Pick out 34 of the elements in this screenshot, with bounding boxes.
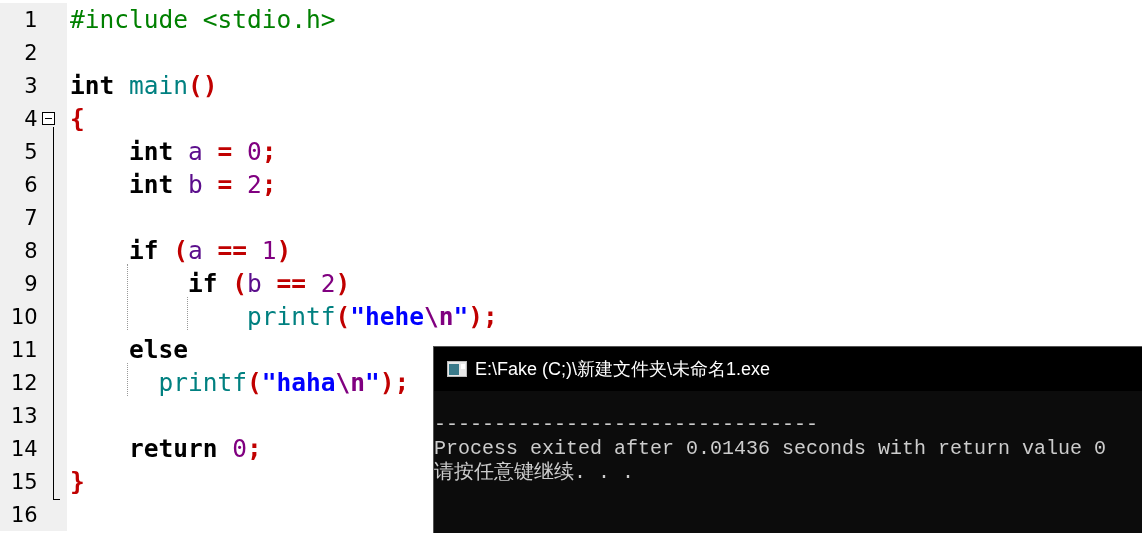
line-number: 7 [23, 205, 38, 230]
code-line: int a = 0; [128, 136, 277, 168]
code-line: } [70, 466, 85, 498]
line-number: 8 [23, 238, 38, 263]
line-number: 15 [9, 469, 38, 494]
code-line: int b = 2; [128, 169, 277, 201]
code-line: int main() [70, 70, 218, 102]
line-number: 12 [9, 370, 38, 395]
line-number: 5 [23, 139, 38, 164]
code-line: printf("haha\n"); [157, 367, 410, 399]
line-number: 1 [23, 7, 38, 32]
code-line: else [128, 334, 188, 366]
line-number: 14 [9, 436, 38, 461]
code-line: { [70, 103, 85, 135]
line-number: 16 [9, 502, 38, 527]
line-number: 6 [23, 172, 38, 197]
console-output-line: 请按任意键继续. . . [434, 461, 635, 485]
line-number: 4 [23, 106, 38, 131]
line-number: 9 [23, 271, 38, 296]
code-line: if (b == 2) [187, 268, 351, 300]
code-line: if (a == 1) [128, 235, 292, 267]
code-line: #include <stdio.h> [70, 4, 336, 36]
collapse-icon[interactable] [41, 112, 55, 125]
console-output-line: Process exited after 0.01436 seconds with return value 0 [434, 437, 1108, 461]
window-title: E:\Fake (C;)\新建文件夹\未命名1.exe [475, 358, 771, 381]
console-icon [447, 361, 467, 377]
console-output-line: -------------------------------- [434, 413, 820, 437]
line-number: 13 [9, 403, 38, 428]
code-line: printf("hehe\n"); [246, 301, 498, 333]
code-line: return 0; [128, 433, 262, 465]
line-number: 11 [9, 337, 38, 362]
line-number: 2 [23, 40, 38, 65]
line-number: 3 [23, 73, 38, 98]
line-number: 10 [9, 304, 38, 329]
